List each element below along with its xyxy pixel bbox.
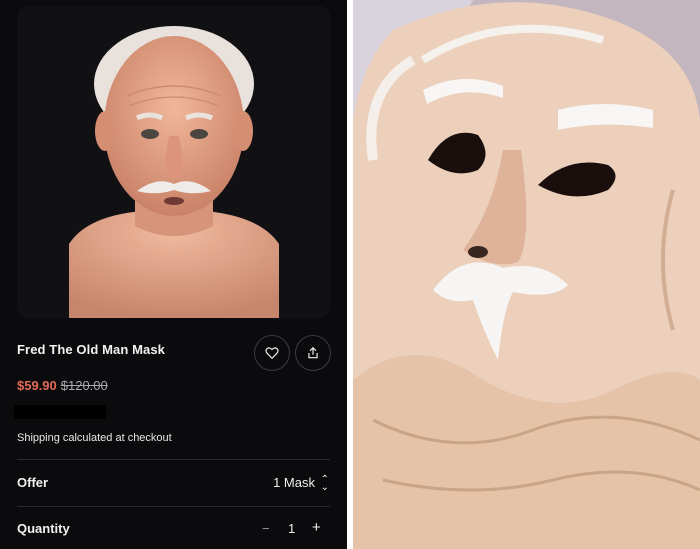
quantity-label: Quantity <box>17 521 70 536</box>
quantity-decrement-button[interactable]: − <box>262 521 270 536</box>
favorite-button[interactable] <box>254 335 290 371</box>
old-man-mask-photo <box>17 6 330 318</box>
sale-price: $59.90 <box>17 378 57 393</box>
received-mask-image <box>353 0 700 549</box>
chevron-updown-icon[interactable]: ⌃ ⌄ <box>321 475 329 493</box>
product-image[interactable] <box>17 6 330 318</box>
heart-icon <box>265 347 279 360</box>
divider <box>17 459 330 460</box>
offer-label: Offer <box>17 475 49 490</box>
share-icon <box>308 346 318 359</box>
product-title: Fred The Old Man Mask <box>17 342 166 357</box>
price-row: $59.90 $120.00 <box>17 378 108 393</box>
redacted-text <box>14 405 106 419</box>
offer-select[interactable]: 1 Mask <box>273 475 315 490</box>
product-listing-panel: Fred The Old Man Mask $59.90 $120.00 Ship… <box>0 0 347 549</box>
quantity-increment-button[interactable]: + <box>312 519 321 536</box>
divider <box>17 506 330 507</box>
original-price: $120.00 <box>60 378 108 393</box>
quantity-value: 1 <box>288 521 296 536</box>
received-mask-photo <box>353 0 700 549</box>
shipping-note: Shipping calculated at checkout <box>17 432 172 444</box>
share-button[interactable] <box>295 335 331 371</box>
